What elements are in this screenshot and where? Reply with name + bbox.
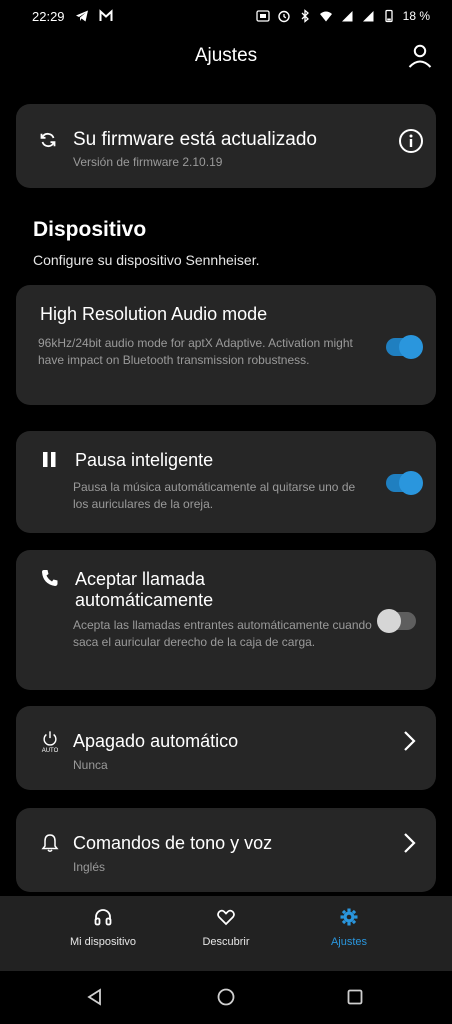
hires-audio-description: 96kHz/24bit audio mode for aptX Adaptive… xyxy=(38,336,353,367)
chevron-right-icon xyxy=(400,730,418,752)
section-title: Dispositivo xyxy=(33,218,147,241)
auto-answer-card: Aceptar llamada automáticamente Acepta l… xyxy=(16,550,436,690)
hires-audio-toggle[interactable] xyxy=(386,335,423,359)
smart-pause-title: Pausa inteligente xyxy=(75,450,214,470)
auto-answer-toggle[interactable] xyxy=(377,609,416,633)
battery-icon xyxy=(382,9,396,23)
nav-discover[interactable]: Descubrir xyxy=(161,896,291,971)
bottom-navigation: Mi dispositivo Descubrir Ajustes xyxy=(0,896,452,971)
hires-audio-card: High Resolution Audio mode 96kHz/24bit a… xyxy=(16,285,436,405)
smart-pause-description: Pausa la música automáticamente al quita… xyxy=(73,480,356,511)
signal-2-icon xyxy=(361,9,375,23)
auto-off-title: Apagado automático xyxy=(73,731,239,751)
nav-settings[interactable]: Ajustes xyxy=(284,896,414,971)
alarm-icon xyxy=(277,9,291,23)
wifi-icon xyxy=(319,9,333,23)
info-icon[interactable] xyxy=(398,128,424,154)
section-subtitle: Configure su dispositivo Sennheiser. xyxy=(33,252,260,268)
nfc-icon xyxy=(255,9,270,23)
smart-pause-toggle[interactable] xyxy=(386,471,423,495)
smart-pause-card: Pausa inteligente Pausa la música automá… xyxy=(16,431,436,533)
auto-answer-title-line1: Aceptar llamada xyxy=(75,569,206,589)
firmware-status: Su firmware está actualizado xyxy=(73,129,317,150)
status-time: 22:29 xyxy=(32,8,65,24)
bluetooth-icon xyxy=(298,9,312,23)
home-icon[interactable] xyxy=(216,987,236,1007)
app-header: Ajustes xyxy=(0,36,452,76)
recents-icon[interactable] xyxy=(345,987,365,1007)
nav-my-device-label: Mi dispositivo xyxy=(69,936,137,948)
phone-icon xyxy=(40,568,60,588)
status-bar: 22:29 18 % xyxy=(0,0,452,32)
telegram-icon xyxy=(75,9,89,23)
auto-answer-description: Acepta las llamadas entrantes automática… xyxy=(73,618,372,649)
voice-prompts-card[interactable]: Comandos de tono y voz Inglés xyxy=(16,808,436,892)
chevron-right-icon xyxy=(400,832,418,854)
back-icon[interactable] xyxy=(85,987,105,1007)
nav-discover-label: Descubrir xyxy=(202,936,250,948)
bell-icon xyxy=(40,833,60,853)
system-navigation xyxy=(0,971,452,1024)
page-title: Ajustes xyxy=(194,45,258,66)
voice-prompts-value: Inglés xyxy=(73,860,106,874)
heart-icon xyxy=(216,907,236,927)
firmware-version: Versión de firmware 2.10.19 xyxy=(73,155,223,169)
headphones-icon xyxy=(93,907,113,927)
auto-off-card[interactable]: AUTO Apagado automático Nunca xyxy=(16,706,436,790)
firmware-card[interactable]: Su firmware está actualizado Versión de … xyxy=(16,104,436,188)
gmail-icon xyxy=(99,9,113,23)
auto-off-value: Nunca xyxy=(73,758,108,772)
pause-icon xyxy=(40,450,60,470)
battery-percent: 18 % xyxy=(402,9,430,23)
nav-settings-label: Ajustes xyxy=(330,936,368,948)
sync-icon xyxy=(38,130,58,150)
profile-icon[interactable] xyxy=(406,42,434,70)
nav-my-device[interactable]: Mi dispositivo xyxy=(38,896,168,971)
auto-answer-title-line2: automáticamente xyxy=(75,590,214,610)
voice-prompts-title: Comandos de tono y voz xyxy=(73,833,273,853)
auto-power-icon: AUTO xyxy=(40,730,60,756)
signal-1-icon xyxy=(340,9,354,23)
auto-label: AUTO xyxy=(41,748,59,754)
gear-icon xyxy=(339,907,359,927)
hires-audio-title: High Resolution Audio mode xyxy=(40,304,268,324)
